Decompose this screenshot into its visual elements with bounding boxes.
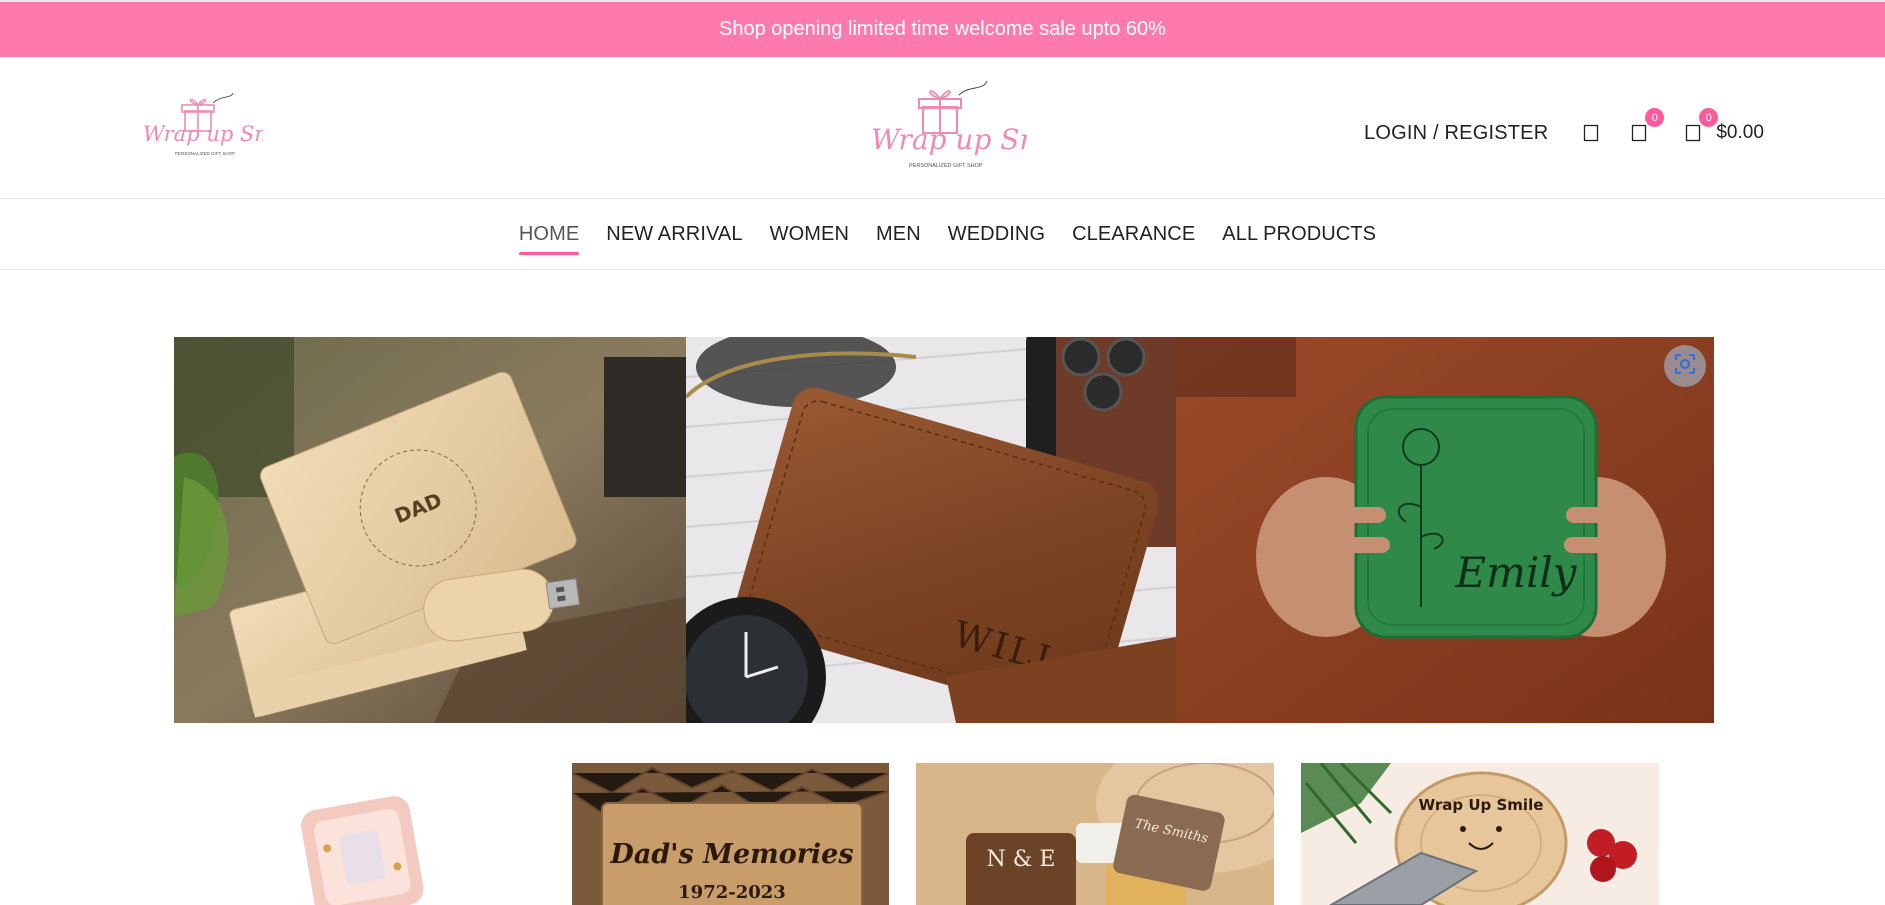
nav-item-women[interactable]: WOMEN — [756, 217, 862, 253]
cart-total[interactable]: $0.00 — [1716, 122, 1764, 144]
nav-item-wedding[interactable]: WEDDING — [934, 217, 1058, 253]
nav-list: HOME NEW ARRIVAL WOMEN MEN WEDDING CLEAR… — [505, 217, 1390, 255]
card-wooden-ring-box[interactable]: The Smiths N & E — [916, 763, 1274, 905]
hero-image-wooden-usb-box[interactable]: DAD — [174, 337, 686, 723]
header-actions: LOGIN / REGISTER 0 0 $0.00 — [1364, 108, 1764, 149]
card-memories-title: Dad's Memories — [609, 839, 853, 870]
nav-item-clearance[interactable]: CLEARANCE — [1059, 217, 1209, 253]
nav-item-all-products[interactable]: ALL PRODUCTS — [1209, 217, 1390, 253]
logo-main-text: Wrap up Smile — [871, 123, 1027, 156]
logo-main-tagline: PERSONALIZED GIFT SHOP — [909, 163, 983, 169]
card-ring-box-initials: N & E — [987, 847, 1056, 872]
card-coaster-text: Wrap Up Smile — [1419, 796, 1544, 814]
card-dads-memories-box[interactable]: Dad's Memories 1972-2023 — [572, 763, 889, 905]
login-register-link[interactable]: LOGIN / REGISTER — [1364, 122, 1548, 145]
product-cards-row: Dad's Memories 1972-2023 The Smiths N & … — [0, 763, 1885, 905]
nav-item-home[interactable]: HOME — [505, 217, 592, 255]
compare-icon[interactable]: 0 — [1628, 108, 1665, 146]
compare-count-badge: 0 — [1645, 108, 1665, 127]
logo-small-text: Wrap up Smile — [143, 122, 263, 146]
lens-scan-icon — [1674, 353, 1696, 380]
nav-item-new-arrival[interactable]: NEW ARRIVAL — [593, 217, 756, 253]
announcement-text: Shop opening limited time welcome sale u… — [719, 18, 1166, 40]
logo-small-tagline: PERSONALIZED GIFT SHOP — [175, 151, 235, 156]
wishlist-heart-icon[interactable] — [1580, 120, 1602, 146]
cart-icon[interactable]: 0 — [1682, 108, 1719, 146]
logo-main[interactable]: Wrap up Smile PERSONALIZED GIFT SHOP — [867, 80, 1081, 181]
nav-item-men[interactable]: MEN — [863, 217, 935, 253]
main-nav: HOME NEW ARRIVAL WOMEN MEN WEDDING CLEAR… — [0, 200, 1885, 270]
card-jewelry-box[interactable] — [250, 763, 440, 905]
jewelry-case-engraving-text: Emily — [1454, 548, 1577, 597]
site-header: Wrap up Smile PERSONALIZED GIFT SHOP Wra… — [0, 57, 1885, 199]
announcement-bar: Shop opening limited time welcome sale u… — [0, 0, 1885, 57]
hero-image-jewelry-case[interactable]: Emily — [1176, 337, 1714, 723]
logo-small[interactable]: Wrap up Smile PERSONALIZED GIFT SHOP — [143, 92, 300, 165]
visual-search-button[interactable] — [1664, 345, 1706, 387]
hero-image-leather-wallet[interactable]: WILL — [686, 337, 1176, 723]
card-memories-years: 1972-2023 — [678, 882, 786, 903]
card-coaster-knife[interactable]: Wrap Up Smile — [1301, 763, 1659, 905]
hero-banner[interactable]: DAD WILL Emily — [174, 337, 1714, 723]
